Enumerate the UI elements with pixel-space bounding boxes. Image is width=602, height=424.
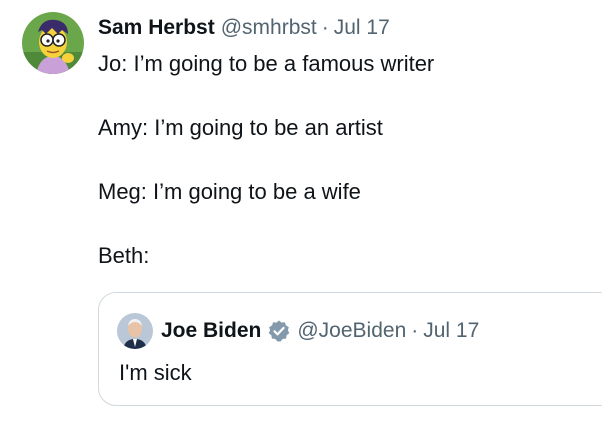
quoted-tweet-date[interactable]: Jul 17 — [423, 319, 479, 343]
tweet[interactable]: Sam Herbst @smhrbst · Jul 17 Jo: I’m goi… — [0, 0, 602, 424]
quoted-author-avatar[interactable] — [117, 313, 153, 349]
author-avatar[interactable] — [22, 12, 84, 74]
separator-dot: · — [321, 16, 329, 39]
milhouse-avatar-icon — [22, 12, 84, 74]
quoted-author-name[interactable]: Joe Biden — [161, 319, 261, 343]
quoted-author-handle[interactable]: @JoeBiden — [297, 319, 406, 343]
tweet-content: Sam Herbst @smhrbst · Jul 17 Jo: I’m goi… — [98, 14, 602, 272]
tweet-header: Sam Herbst @smhrbst · Jul 17 — [98, 14, 602, 42]
quoted-tweet-header: Joe Biden @JoeBiden · Jul 17 — [117, 313, 479, 349]
author-handle[interactable]: @smhrbst — [221, 14, 317, 42]
tweet-line: Jo: I’m going to be a famous writer — [98, 51, 435, 76]
quoted-tweet[interactable]: Joe Biden @JoeBiden · Jul 17 I'm sick — [98, 292, 602, 406]
verified-badge-icon — [267, 319, 291, 343]
tweet-date[interactable]: Jul 17 — [334, 14, 390, 42]
quoted-tweet-text: I'm sick — [119, 360, 192, 385]
separator-dot: · — [411, 319, 419, 342]
tweet-line: Meg: I’m going to be a wife — [98, 179, 361, 204]
tweet-text: Jo: I’m going to be a famous writer Amy:… — [98, 48, 602, 272]
author-name[interactable]: Sam Herbst — [98, 14, 215, 42]
portrait-avatar-icon — [117, 313, 153, 349]
tweet-line: Beth: — [98, 243, 150, 268]
tweet-line: Amy: I’m going to be an artist — [98, 115, 383, 140]
